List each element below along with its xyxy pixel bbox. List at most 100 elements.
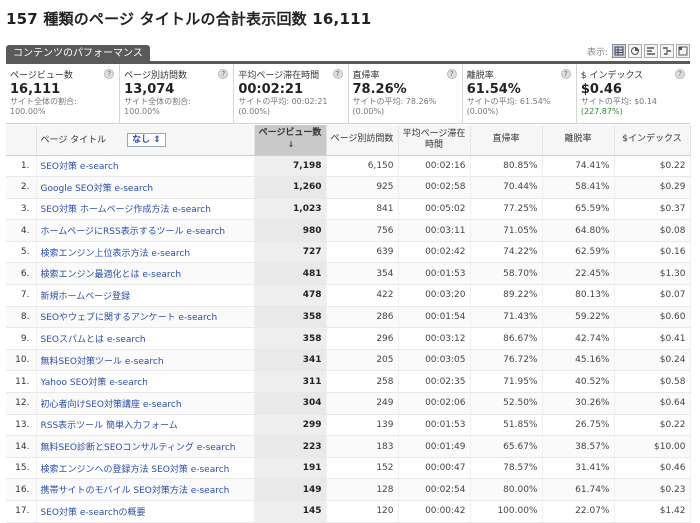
row-dollar-index: $0.16 <box>614 241 691 264</box>
help-icon[interactable]: ? <box>560 69 571 79</box>
row-page-title: 初心者向けSEO対策講座 e-search <box>36 392 255 415</box>
metric-sub: サイト全体の割合: <box>10 97 77 106</box>
row-page-title: 携帯サイトのモバイル SEO対策方法 e-search <box>36 478 255 501</box>
summary-dollar-index: ? $ インデックス $0.46 サイトの平均: $0.14 (227.87%) <box>576 64 691 123</box>
header-exit-rate[interactable]: 離脱率 <box>542 125 615 156</box>
pivot-view-button[interactable] <box>676 44 690 58</box>
summary-metrics: ? ページビュー数 16,111 サイト全体の割合: 100.00% ? ページ… <box>6 64 691 124</box>
header-bounce-rate[interactable]: 直帰率 <box>470 125 543 156</box>
row-exit-rate: 22.07% <box>542 500 615 523</box>
row-dollar-index: $10.00 <box>614 435 691 458</box>
metric-name: 離脱率 <box>466 71 494 81</box>
tab-content-performance[interactable]: コンテンツのパフォーマンス <box>6 45 150 62</box>
page-title-link[interactable]: RSS表示ツール 簡単入力フォーム <box>41 421 178 431</box>
row-unique-pageviews: 6,150 <box>326 155 399 178</box>
header-index-label: $インデックス <box>622 134 682 145</box>
page-title-link[interactable]: 無料SEO診断とSEOコンサルティング e-search <box>41 443 236 453</box>
row-exit-rate: 62.59% <box>542 241 615 264</box>
row-page-title: ホームページにRSS表示するツール e-search <box>36 219 255 242</box>
page-title-table: ページ タイトル なし ⇕ ページビュー数↓ ページ別訪問数 平均ページ滞在時間… <box>6 125 691 523</box>
row-bounce-rate: 52.50% <box>470 392 543 415</box>
page-title-link[interactable]: 無料SEO対策ツール e-search <box>41 357 164 367</box>
row-dollar-index: $0.46 <box>614 457 691 480</box>
row-exit-rate: 61.74% <box>542 478 615 501</box>
row-page-title: SEO対策 e-search <box>36 155 255 178</box>
row-unique-pageviews: 249 <box>326 392 399 415</box>
row-pageviews: 311 <box>254 370 327 394</box>
row-page-title: 検索エンジン最適化とは e-search <box>36 262 255 286</box>
metric-name: ページ別訪問数 <box>124 71 187 81</box>
row-pageviews: 145 <box>254 500 327 523</box>
page-title-link[interactable]: SEO対策 ホームページ作成方法 e-search <box>41 205 211 215</box>
page-title-link[interactable]: SEOスパムとは e-search <box>41 335 146 345</box>
page-title-link[interactable]: 初心者向けSEO対策講座 e-search <box>41 400 182 410</box>
metric-value: 16,111 <box>10 82 61 97</box>
row-index: 11. <box>6 370 37 394</box>
row-dollar-index: $1.42 <box>614 500 691 523</box>
header-avg-time[interactable]: 平均ページ滞在時間 <box>398 125 471 156</box>
row-unique-pageviews: 354 <box>326 262 399 286</box>
table-row: 15. 検索エンジンへの登録方法 SEO対策 e-search 191 152 00:0… <box>6 457 691 480</box>
row-dollar-index: $1.30 <box>614 262 691 286</box>
row-dollar-index: $0.37 <box>614 198 691 221</box>
row-page-title: 検索エンジンへの登録方法 SEO対策 e-search <box>36 457 255 480</box>
secondary-dimension-value: なし <box>132 134 151 145</box>
row-page-title: 検索エンジン上位表示方法 e-search <box>36 241 255 264</box>
header-unique-label: ページ別訪問数 <box>330 134 394 145</box>
row-index: 16. <box>6 478 37 501</box>
row-exit-rate: 31.41% <box>542 457 615 480</box>
row-unique-pageviews: 183 <box>326 435 399 458</box>
grid-icon <box>614 46 624 56</box>
row-index: 15. <box>6 457 37 480</box>
row-index: 17. <box>6 500 37 523</box>
page-title-link[interactable]: Google SEO対策 e-search <box>41 184 154 194</box>
row-index: 2. <box>6 176 37 199</box>
row-index: 13. <box>6 414 37 437</box>
performance-view-button[interactable] <box>644 44 658 58</box>
page-title-link[interactable]: 新規ホームページ登録 <box>41 292 131 302</box>
row-avg-time: 00:05:02 <box>398 198 471 221</box>
table-row: 13. RSS表示ツール 簡単入力フォーム 299 139 00:01:53 51.85%… <box>6 414 691 437</box>
table-row: 8. SEOやウェブに関するアンケート e-search 358 286 00:01:5… <box>6 306 691 329</box>
page-headline: 157 種類のページ タイトルの合計表示回数 16,111 <box>6 10 372 28</box>
row-avg-time: 00:03:05 <box>398 349 471 372</box>
secondary-dimension-select[interactable]: なし ⇕ <box>127 132 166 147</box>
page-title-link[interactable]: Yahoo SEO対策 e-search <box>41 378 148 388</box>
help-icon[interactable]: ? <box>332 69 343 79</box>
page-title-link[interactable]: 検索エンジン上位表示方法 e-search <box>41 249 191 259</box>
row-avg-time: 00:03:20 <box>398 284 471 307</box>
page-title-link[interactable]: SEOやウェブに関するアンケート e-search <box>41 313 218 323</box>
header-pageviews[interactable]: ページビュー数↓ <box>254 125 327 156</box>
percentage-view-button[interactable] <box>628 44 642 58</box>
metric-value: $0.46 <box>580 82 622 97</box>
page-title-link[interactable]: SEO対策 e-search <box>41 162 119 172</box>
comparison-view-button[interactable] <box>660 44 674 58</box>
row-dollar-index: $0.22 <box>614 414 691 437</box>
page-title-link[interactable]: ホームページにRSS表示するツール e-search <box>41 227 226 237</box>
help-icon[interactable]: ? <box>446 69 457 79</box>
table-row: 10. 無料SEO対策ツール e-search 341 205 00:03:05 76.7… <box>6 349 691 372</box>
row-pageviews: 478 <box>254 284 327 307</box>
page-title-link[interactable]: 携帯サイトのモバイル SEO対策方法 e-search <box>41 486 230 496</box>
row-exit-rate: 38.57% <box>542 435 615 458</box>
metric-sub-value: (0.00%) <box>352 107 385 116</box>
page-title-link[interactable]: SEO対策 e-searchの概要 <box>41 508 146 518</box>
row-unique-pageviews: 128 <box>326 478 399 501</box>
header-unique-pageviews[interactable]: ページ別訪問数 <box>326 125 399 156</box>
row-bounce-rate: 76.72% <box>470 349 543 372</box>
page-title-link[interactable]: 検索エンジンへの登録方法 SEO対策 e-search <box>41 465 230 475</box>
row-bounce-rate: 74.22% <box>470 241 543 264</box>
row-index: 7. <box>6 284 37 307</box>
metric-sub-value: 100.00% <box>124 107 160 116</box>
table-view-button[interactable] <box>612 44 626 58</box>
page-title-link[interactable]: 検索エンジン最適化とは e-search <box>41 270 182 280</box>
row-exit-rate: 59.22% <box>542 306 615 329</box>
row-avg-time: 00:02:35 <box>398 370 471 394</box>
row-avg-time: 00:01:53 <box>398 262 471 286</box>
help-icon[interactable]: ? <box>675 69 686 79</box>
row-exit-rate: 30.26% <box>542 392 615 415</box>
pie-icon <box>631 47 639 55</box>
header-dollar-index[interactable]: $インデックス <box>614 125 691 156</box>
row-avg-time: 00:02:16 <box>398 155 471 178</box>
row-bounce-rate: 71.43% <box>470 306 543 329</box>
